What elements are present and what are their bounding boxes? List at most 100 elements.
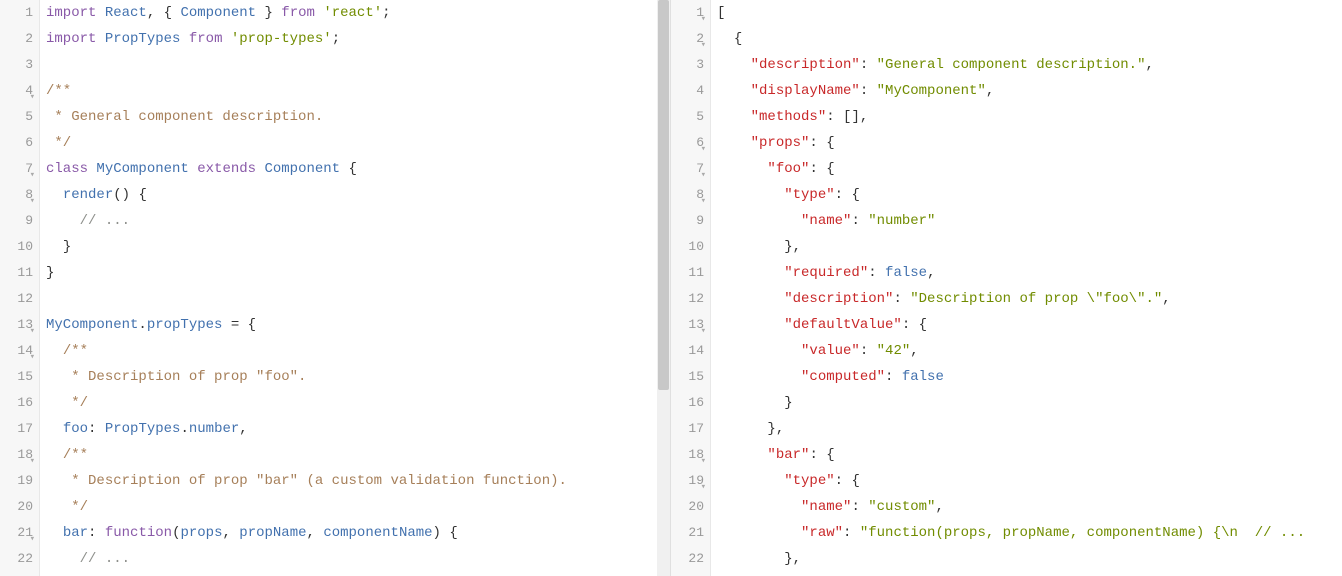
- line-number: 7▾: [671, 156, 704, 182]
- code-line[interactable]: },: [717, 546, 1342, 572]
- line-number: 13▾: [671, 312, 704, 338]
- token-var: MyComponent: [46, 317, 138, 333]
- code-line[interactable]: MyComponent.propTypes = {: [46, 312, 657, 338]
- token-doc: */: [46, 135, 71, 151]
- token-prop: "type": [784, 187, 834, 203]
- code-line[interactable]: "bar": {: [717, 442, 1342, 468]
- code-line[interactable]: [46, 286, 657, 312]
- left-code-area[interactable]: import React, { Component } from 'react'…: [40, 0, 657, 576]
- token-prop: "name": [801, 499, 851, 515]
- token-prop: "value": [801, 343, 860, 359]
- code-line[interactable]: {: [717, 26, 1342, 52]
- token-doc: * Description of prop "bar" (a custom va…: [71, 473, 567, 489]
- right-code-area[interactable]: [ { "description": "General component de…: [711, 0, 1342, 576]
- token-punc: [: [717, 5, 725, 21]
- left-scrollbar[interactable]: [657, 0, 670, 576]
- token-punc: = {: [231, 317, 256, 333]
- code-line[interactable]: "name": "custom",: [717, 494, 1342, 520]
- token-punc: },: [767, 421, 784, 437]
- line-number: 8▾: [671, 182, 704, 208]
- token-plain: [717, 31, 734, 47]
- code-line[interactable]: */: [46, 130, 657, 156]
- token-plain: [717, 317, 784, 333]
- line-number: 8▾: [0, 182, 33, 208]
- line-number: 1: [0, 0, 33, 26]
- code-line[interactable]: * Description of prop "foo".: [46, 364, 657, 390]
- code-line[interactable]: class MyComponent extends Component {: [46, 156, 657, 182]
- code-line[interactable]: }: [717, 390, 1342, 416]
- token-punc: : {: [809, 447, 834, 463]
- token-prop: "raw": [801, 525, 843, 541]
- token-punc: :: [851, 499, 868, 515]
- token-prop: "required": [784, 265, 868, 281]
- code-line[interactable]: import PropTypes from 'prop-types';: [46, 26, 657, 52]
- token-plain: [717, 291, 784, 307]
- code-line[interactable]: /**: [46, 78, 657, 104]
- token-com: // ...: [80, 213, 130, 229]
- token-doc: /**: [46, 83, 71, 99]
- code-line[interactable]: "computed": false: [717, 364, 1342, 390]
- code-line[interactable]: /**: [46, 442, 657, 468]
- code-line[interactable]: "type": {: [717, 468, 1342, 494]
- token-plain: [222, 31, 230, 47]
- token-punc: },: [784, 239, 801, 255]
- code-line[interactable]: }: [46, 260, 657, 286]
- token-plain: [46, 395, 71, 411]
- token-str: "number": [868, 213, 935, 229]
- token-plain: [189, 161, 197, 177]
- token-doc: */: [71, 499, 88, 515]
- token-punc: : [],: [826, 109, 868, 125]
- token-plain: [717, 239, 784, 255]
- code-line[interactable]: "required": false,: [717, 260, 1342, 286]
- token-kw: class: [46, 161, 88, 177]
- token-str: "General component description.": [877, 57, 1146, 73]
- code-line[interactable]: * Description of prop "bar" (a custom va…: [46, 468, 657, 494]
- code-line[interactable]: }: [46, 234, 657, 260]
- code-line[interactable]: // ...: [46, 208, 657, 234]
- token-plain: [717, 551, 784, 567]
- line-number: 20: [0, 494, 33, 520]
- code-line[interactable]: foo: PropTypes.number,: [46, 416, 657, 442]
- code-line[interactable]: */: [46, 494, 657, 520]
- code-line[interactable]: "raw": "function(props, propName, compon…: [717, 520, 1342, 546]
- code-line[interactable]: bar: function(props, propName, component…: [46, 520, 657, 546]
- code-line[interactable]: import React, { Component } from 'react'…: [46, 0, 657, 26]
- token-prop: "description": [751, 57, 860, 73]
- code-line[interactable]: "displayName": "MyComponent",: [717, 78, 1342, 104]
- code-line[interactable]: "name": "number": [717, 208, 1342, 234]
- token-prop: "methods": [751, 109, 827, 125]
- code-line[interactable]: "foo": {: [717, 156, 1342, 182]
- code-line[interactable]: * General component description.: [46, 104, 657, 130]
- token-punc: {: [734, 31, 742, 47]
- token-plain: [717, 369, 801, 385]
- token-punc: ;: [382, 5, 390, 21]
- code-line[interactable]: },: [717, 234, 1342, 260]
- code-line[interactable]: "type": {: [717, 182, 1342, 208]
- code-line[interactable]: "defaultValue": {: [717, 312, 1342, 338]
- token-str: 'react': [323, 5, 382, 21]
- code-line[interactable]: },: [717, 416, 1342, 442]
- code-line[interactable]: // ...: [46, 546, 657, 572]
- code-line[interactable]: [46, 52, 657, 78]
- left-scrollbar-thumb[interactable]: [658, 0, 669, 390]
- token-def: PropTypes: [105, 31, 181, 47]
- code-line[interactable]: /**: [46, 338, 657, 364]
- code-line[interactable]: "description": "General component descri…: [717, 52, 1342, 78]
- code-line[interactable]: [: [717, 0, 1342, 26]
- token-str: "42": [877, 343, 911, 359]
- line-number: 22: [671, 546, 704, 572]
- token-plain: [717, 265, 784, 281]
- token-prop: "bar": [767, 447, 809, 463]
- token-plain: [717, 109, 751, 125]
- code-line[interactable]: "value": "42",: [717, 338, 1342, 364]
- code-line[interactable]: "description": "Description of prop \"fo…: [717, 286, 1342, 312]
- token-doc: /**: [63, 447, 88, 463]
- token-punc: :: [860, 83, 877, 99]
- code-line[interactable]: "methods": [],: [717, 104, 1342, 130]
- token-punc: :: [860, 343, 877, 359]
- code-line[interactable]: render() {: [46, 182, 657, 208]
- code-line[interactable]: */: [46, 390, 657, 416]
- code-line[interactable]: "props": {: [717, 130, 1342, 156]
- line-number: 10: [671, 234, 704, 260]
- token-plain: [717, 525, 801, 541]
